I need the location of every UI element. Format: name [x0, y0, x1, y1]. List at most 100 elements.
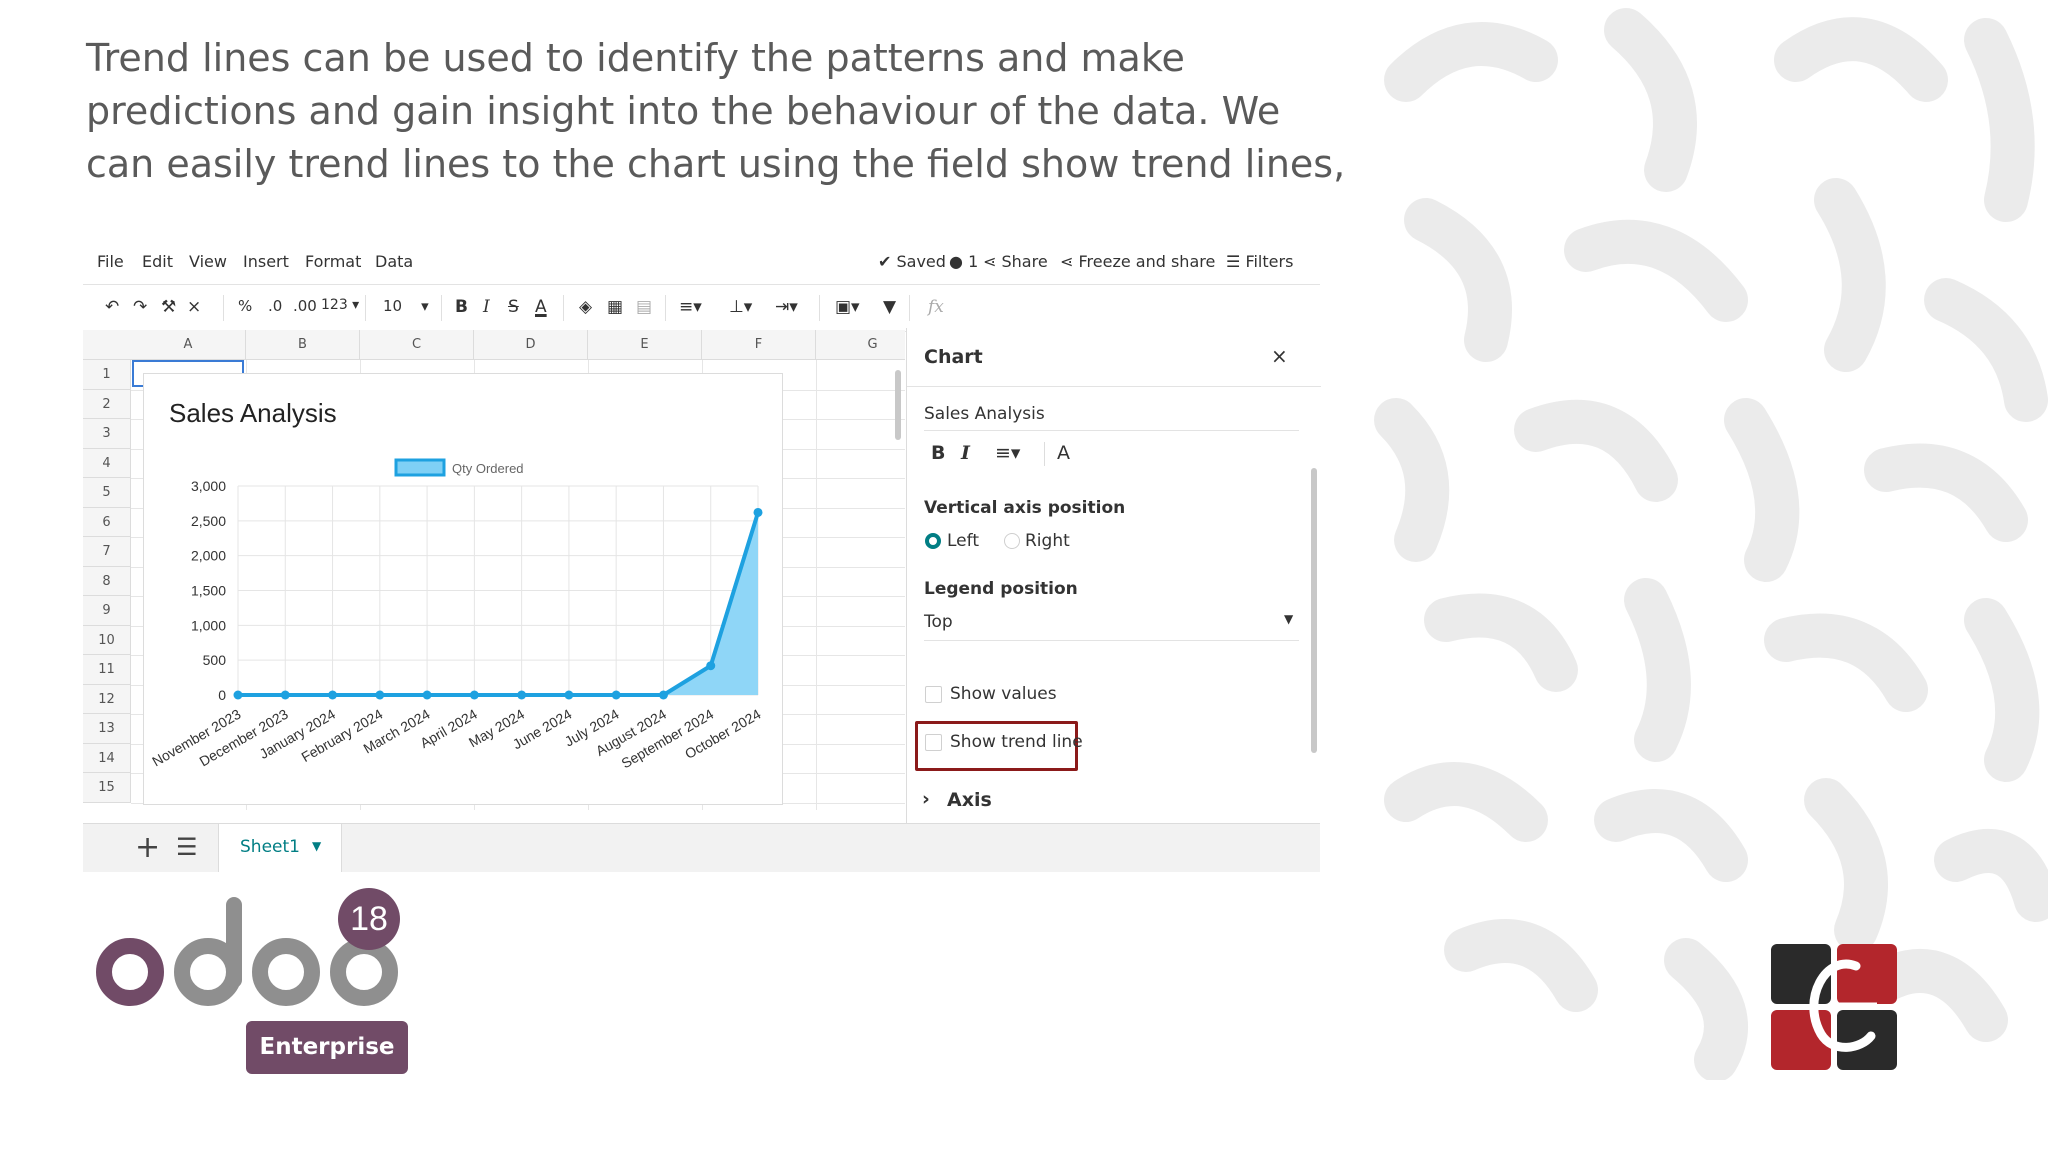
menu-insert[interactable]: Insert: [243, 252, 289, 271]
bold-icon[interactable]: B: [931, 442, 945, 464]
increase-decimal-button[interactable]: .00: [293, 297, 317, 315]
column-header[interactable]: G: [816, 330, 905, 360]
sheet-tabs-bar: + ☰ Sheet1 ▼: [83, 823, 1320, 872]
row-header[interactable]: 9: [83, 596, 131, 626]
row-header[interactable]: 3: [83, 419, 131, 449]
axis-left-radio[interactable]: [925, 533, 941, 549]
percent-format-button[interactable]: %: [238, 297, 252, 315]
bold-icon[interactable]: B: [455, 297, 468, 317]
toolbar: ↶ ↷ ⚒ ⨯ % .0 .00 123 ▾ 10 ▾ B I S A ◈ ▦ …: [83, 284, 1320, 332]
wrapping-icon[interactable]: ⇥▾: [775, 297, 798, 317]
data-point: [375, 690, 385, 700]
filter-icon: ☰: [1226, 252, 1241, 271]
decrease-decimal-button[interactable]: .0: [268, 297, 282, 315]
paint-format-icon[interactable]: ⚒: [161, 297, 176, 317]
add-sheet-icon[interactable]: +: [135, 830, 160, 865]
legend-position-select[interactable]: Top ▼: [924, 610, 1299, 641]
row-header[interactable]: 2: [83, 389, 131, 419]
row-header[interactable]: 7: [83, 537, 131, 567]
merge-cells-icon[interactable]: ▤: [636, 297, 652, 317]
text-color-icon[interactable]: A: [535, 297, 547, 317]
formula-icon: fx: [928, 297, 944, 317]
sheet-tab[interactable]: Sheet1 ▼: [218, 824, 342, 872]
column-header[interactable]: C: [360, 330, 474, 360]
data-point: [469, 690, 479, 700]
borders-icon[interactable]: ▦: [607, 297, 623, 317]
align-vertical-icon[interactable]: ⊥▾: [729, 297, 752, 317]
filters-button[interactable]: ☰ Filters: [1226, 252, 1293, 271]
chevron-down-icon[interactable]: ▼: [312, 839, 321, 853]
number-format-dropdown[interactable]: 123 ▾: [321, 297, 359, 313]
fill-color-icon[interactable]: ◈: [579, 297, 592, 317]
menu-view[interactable]: View: [189, 252, 227, 271]
filter-icon[interactable]: ▼: [883, 297, 896, 317]
share-button[interactable]: ⋖ Share: [983, 252, 1048, 271]
chart-side-panel: Chart × Sales Analysis B I ≡▾ A Vertical…: [906, 328, 1321, 823]
chevron-right-icon[interactable]: ›: [922, 788, 930, 810]
series-area: [238, 512, 758, 695]
row-header[interactable]: 10: [83, 625, 131, 655]
row-header[interactable]: 5: [83, 478, 131, 508]
row-header[interactable]: 14: [83, 743, 131, 773]
row-header[interactable]: 6: [83, 507, 131, 537]
close-icon[interactable]: ×: [1271, 344, 1288, 368]
format-table-icon[interactable]: ▣▾: [835, 297, 860, 317]
data-point: [658, 690, 668, 700]
menu-file[interactable]: File: [97, 252, 124, 271]
share-icon: ⋖: [1060, 252, 1074, 271]
show-trend-line-checkbox[interactable]: [925, 734, 942, 751]
vertical-axis-label: Vertical axis position: [924, 498, 1126, 518]
align-icon[interactable]: ≡▾: [995, 442, 1020, 464]
panel-scrollbar[interactable]: [1311, 468, 1317, 753]
axis-right-radio[interactable]: [1004, 533, 1020, 549]
legend-label: Qty Ordered: [452, 461, 524, 476]
y-tick-label: 1,000: [191, 617, 226, 633]
column-header[interactable]: D: [474, 330, 588, 360]
row-header[interactable]: 1: [83, 360, 131, 390]
vertical-scrollbar[interactable]: [895, 370, 901, 440]
data-point: [564, 690, 574, 700]
align-horizontal-icon[interactable]: ≡▾: [679, 297, 702, 317]
row-header[interactable]: 15: [83, 773, 131, 803]
y-tick-label: 1,500: [191, 583, 226, 599]
undo-icon[interactable]: ↶: [105, 297, 119, 317]
strikethrough-icon[interactable]: S: [508, 297, 519, 317]
menu-edit[interactable]: Edit: [142, 252, 173, 271]
y-tick-label: 2,500: [191, 513, 226, 529]
column-header[interactable]: A: [131, 330, 246, 360]
redo-icon[interactable]: ↷: [133, 297, 147, 317]
column-header[interactable]: F: [702, 330, 816, 360]
row-header[interactable]: 13: [83, 714, 131, 744]
row-header[interactable]: 8: [83, 566, 131, 596]
italic-icon[interactable]: I: [961, 442, 970, 464]
row-header[interactable]: 12: [83, 684, 131, 714]
version-badge: 18: [338, 888, 400, 950]
data-point: [753, 507, 763, 517]
clear-format-icon[interactable]: ⨯: [187, 297, 201, 317]
italic-icon[interactable]: I: [483, 297, 490, 317]
chevron-down-icon: ▼: [1284, 612, 1294, 626]
legend-swatch: [394, 458, 446, 477]
font-size-select[interactable]: 10 ▾: [383, 297, 429, 315]
series-line: [238, 511, 760, 697]
panel-title: Chart: [924, 346, 983, 368]
share-icon: ⋖: [983, 252, 997, 271]
show-values-checkbox[interactable]: [925, 686, 942, 703]
show-trend-line-label: Show trend line: [950, 732, 1083, 752]
menu-format[interactable]: Format: [305, 252, 361, 271]
chart-title-input[interactable]: Sales Analysis: [924, 404, 1045, 424]
users-count[interactable]: ● 1: [949, 252, 978, 271]
column-header[interactable]: E: [588, 330, 702, 360]
freeze-and-share-button[interactable]: ⋖ Freeze and share: [1060, 252, 1215, 271]
column-header[interactable]: B: [246, 330, 360, 360]
row-header[interactable]: 11: [83, 655, 131, 685]
sheet-list-icon[interactable]: ☰: [176, 833, 198, 861]
row-header[interactable]: 4: [83, 448, 131, 478]
axis-right-label: Right: [1025, 531, 1070, 551]
chart-figure[interactable]: Sales Analysis Qty Ordered 0 500 1,000 1,500…: [143, 373, 783, 805]
company-logo: [1771, 944, 1897, 1070]
text-color-icon[interactable]: A: [1057, 442, 1070, 464]
menu-data[interactable]: Data: [375, 252, 413, 271]
axis-section-toggle[interactable]: Axis: [947, 789, 992, 811]
data-point: [233, 690, 243, 700]
